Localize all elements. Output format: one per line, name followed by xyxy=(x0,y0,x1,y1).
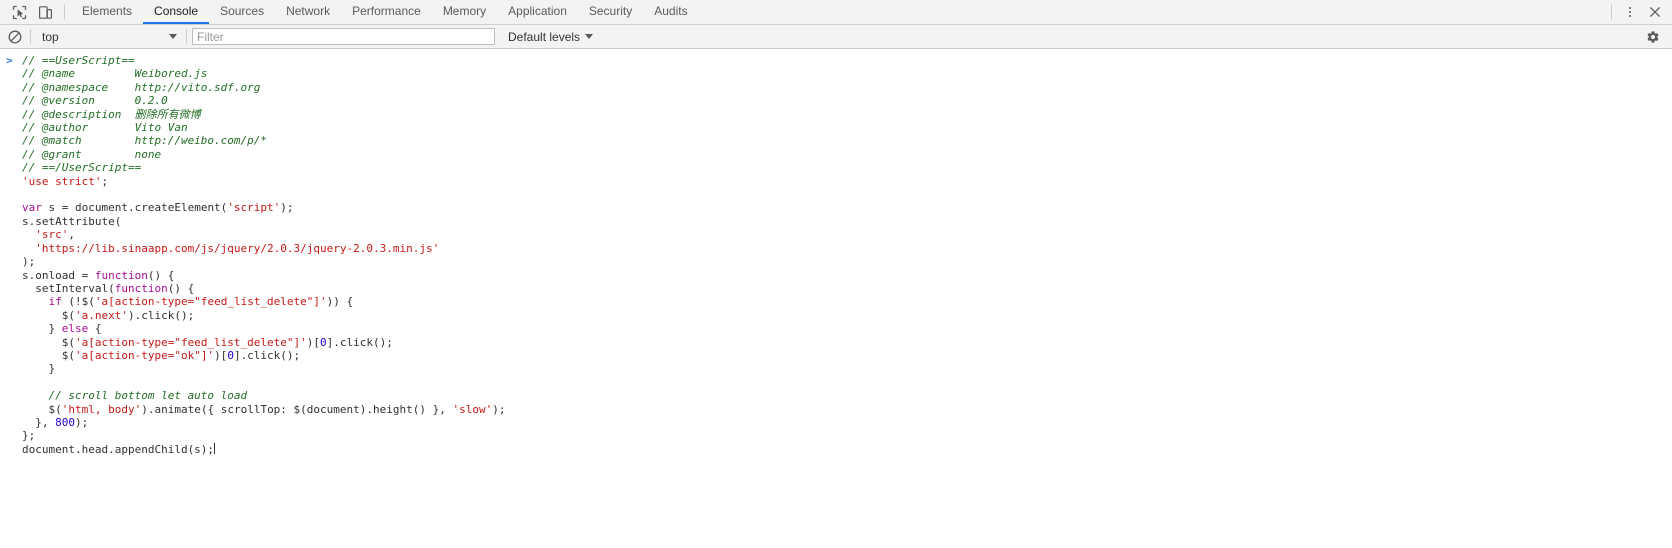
tab-security[interactable]: Security xyxy=(578,0,643,24)
tab-label: Security xyxy=(588,4,633,18)
toolbar-divider xyxy=(64,4,65,20)
tab-label: Memory xyxy=(442,4,487,18)
log-levels-label: Default levels xyxy=(508,29,581,44)
dot xyxy=(1629,15,1631,17)
gear-icon-glyph xyxy=(1647,30,1659,43)
tab-elements[interactable]: Elements xyxy=(71,0,143,24)
execution-context-value: top xyxy=(42,29,59,44)
tab-label: Sources xyxy=(220,4,265,18)
toolbar-divider xyxy=(186,29,187,44)
tab-network[interactable]: Network xyxy=(275,0,341,24)
tab-console[interactable]: Console xyxy=(143,0,210,24)
device-toolbar-icon[interactable] xyxy=(32,1,58,24)
tab-performance[interactable]: Performance xyxy=(341,0,432,24)
inspect-element-icon[interactable] xyxy=(6,1,32,24)
tab-label: Network xyxy=(286,4,331,18)
close-icon-glyph xyxy=(1649,6,1661,18)
toolbar-divider xyxy=(1611,4,1612,20)
console-prompt-arrow: > xyxy=(6,54,13,67)
tab-label: Elements xyxy=(82,4,133,18)
gear-icon[interactable] xyxy=(1642,26,1664,48)
devtools-tabbar: Elements Console Sources Network Perform… xyxy=(0,0,1672,25)
chevron-down-icon xyxy=(585,34,594,39)
tab-application[interactable]: Application xyxy=(497,0,578,24)
console-code-input[interactable]: // ==UserScript== // @name Weibored.js /… xyxy=(0,49,1672,456)
inspect-element-icon-glyph xyxy=(12,5,26,19)
chevron-down-icon xyxy=(169,34,177,39)
tab-label: Application xyxy=(508,4,567,18)
dot xyxy=(1629,11,1631,13)
tab-label: Console xyxy=(154,4,199,18)
panel-tabs: Elements Console Sources Network Perform… xyxy=(71,0,1605,24)
tab-memory[interactable]: Memory xyxy=(432,0,497,24)
filter-input[interactable] xyxy=(192,28,495,45)
tab-sources[interactable]: Sources xyxy=(209,0,275,24)
vertical-dots-icon[interactable] xyxy=(1618,0,1642,24)
close-icon[interactable] xyxy=(1642,0,1668,24)
text-cursor xyxy=(214,442,216,454)
tab-label: Performance xyxy=(352,4,421,18)
log-levels-dropdown[interactable]: Default levels xyxy=(508,29,594,44)
toolbar-divider xyxy=(30,29,31,44)
console-toolbar: top Default levels xyxy=(0,25,1672,49)
tab-label: Audits xyxy=(654,4,688,18)
clear-console-icon-glyph xyxy=(8,30,22,43)
execution-context-select[interactable]: top xyxy=(36,27,181,47)
dot xyxy=(1629,7,1631,9)
clear-console-icon[interactable] xyxy=(5,27,25,47)
device-toolbar-icon-glyph xyxy=(38,5,52,19)
tab-audits[interactable]: Audits xyxy=(643,0,698,24)
tabbar-actions xyxy=(1605,0,1668,24)
console-output-area[interactable]: > // ==UserScript== // @name Weibored.js… xyxy=(0,49,1672,548)
